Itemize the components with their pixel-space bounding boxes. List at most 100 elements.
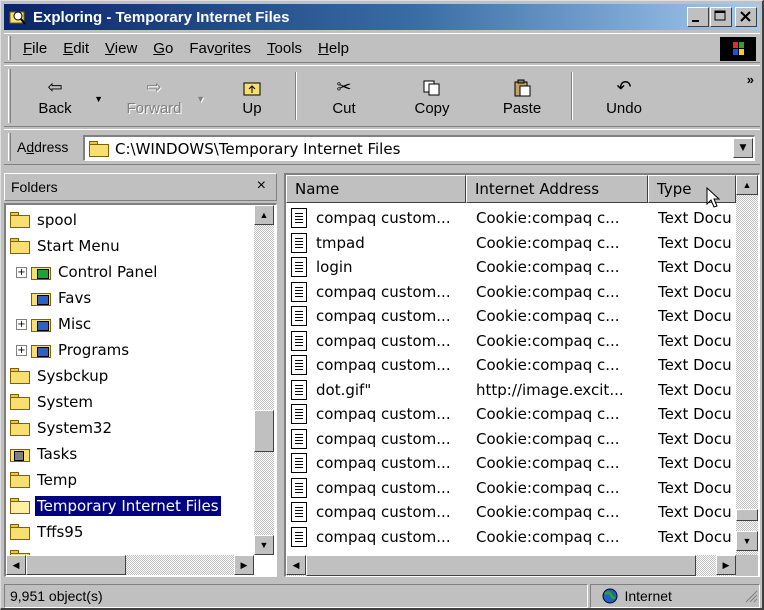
scroll-right-button[interactable]: ▶ xyxy=(234,555,254,575)
scroll-up-button[interactable]: ▲ xyxy=(736,175,758,195)
tree-item-programs[interactable]: + Programs xyxy=(16,338,131,362)
files-vscroll-thumb[interactable] xyxy=(736,509,758,521)
tree-item-temp[interactable]: Temp xyxy=(10,468,79,492)
folders-vscroll-thumb[interactable] xyxy=(254,410,274,452)
folder-icon xyxy=(10,524,30,540)
control-panel-icon xyxy=(31,264,51,280)
menu-edit[interactable]: Edit xyxy=(55,40,97,57)
title-bar[interactable]: Exploring - Temporary Internet Files xyxy=(4,4,760,30)
up-folder-icon xyxy=(243,76,261,100)
files-vscroll-track[interactable] xyxy=(736,175,758,555)
file-row[interactable]: tmpad Cookie:compaq c... Text Docu xyxy=(286,231,736,256)
tree-item-temporary-internet-files[interactable]: Temporary Internet Files xyxy=(10,494,221,518)
tree-item-tasks[interactable]: Tasks xyxy=(10,442,79,466)
minimize-button[interactable] xyxy=(687,7,709,27)
tree-item-favs[interactable]: Favs xyxy=(31,286,93,310)
file-row[interactable]: compaq custom... Cookie:compaq c... Text… xyxy=(286,500,736,525)
windows-logo-icon xyxy=(720,37,756,61)
standard-toolbar: ⇦ Back ▼ ⇨ Forward ▼ Up ✂ Cut Copy Paste… xyxy=(4,65,760,127)
folders-pane: Folders × spool Start Menu + Control Pan… xyxy=(4,173,277,577)
menu-help[interactable]: Help xyxy=(310,40,357,57)
tree-item-system32[interactable]: System32 xyxy=(10,416,114,440)
forward-dropdown-icon[interactable]: ▼ xyxy=(196,94,205,104)
up-button[interactable]: Up xyxy=(213,66,291,126)
folders-hscroll-thumb[interactable] xyxy=(26,555,126,575)
menu-go[interactable]: Go xyxy=(145,40,181,57)
toolbar-overflow-chevron[interactable]: » xyxy=(747,72,754,87)
status-object-count: 9,951 object(s) xyxy=(4,584,589,608)
text-document-icon xyxy=(291,281,307,302)
toolbar-grip[interactable] xyxy=(8,69,11,123)
tree-item-system[interactable]: System xyxy=(10,390,95,414)
scroll-down-button[interactable]: ▼ xyxy=(254,535,274,555)
file-row[interactable]: compaq custom... Cookie:compaq c... Text… xyxy=(286,525,736,550)
menu-file[interactable]: File xyxy=(15,40,55,57)
tree-item-tffs95[interactable]: Tffs95 xyxy=(10,520,85,544)
file-row[interactable]: compaq custom... Cookie:compaq c... Text… xyxy=(286,353,736,378)
tree-item-misc[interactable]: + Misc xyxy=(16,312,93,336)
text-document-icon xyxy=(291,257,307,278)
scroll-left-button[interactable]: ◀ xyxy=(286,555,306,575)
scroll-down-button[interactable]: ▼ xyxy=(736,531,758,551)
file-row[interactable]: compaq custom... Cookie:compaq c... Text… xyxy=(286,329,736,354)
copy-button[interactable]: Copy xyxy=(387,66,477,126)
scroll-up-button[interactable]: ▲ xyxy=(254,205,274,225)
menu-tools[interactable]: Tools xyxy=(259,40,310,57)
forward-button[interactable]: ⇨ Forward ▼ xyxy=(109,66,205,126)
column-header-name[interactable]: Name xyxy=(286,175,466,203)
close-button[interactable] xyxy=(735,7,757,27)
scroll-corner xyxy=(736,555,758,576)
program-folder-icon xyxy=(31,290,51,306)
back-button[interactable]: ⇦ Back ▼ xyxy=(15,66,103,126)
scroll-left-button[interactable]: ◀ xyxy=(6,555,26,575)
column-header-type[interactable]: Type xyxy=(648,175,736,203)
file-row[interactable]: login Cookie:compaq c... Text Docu xyxy=(286,255,736,280)
column-header-internet-address[interactable]: Internet Address xyxy=(466,175,648,203)
address-dropdown-button[interactable]: ▼ xyxy=(733,138,753,158)
address-label: Address xyxy=(17,139,69,155)
file-row[interactable]: compaq custom... Cookie:compaq c... Text… xyxy=(286,476,736,501)
program-folder-icon xyxy=(31,316,51,332)
menu-favorites[interactable]: Favorites xyxy=(181,40,259,57)
menubar-grip[interactable] xyxy=(8,36,11,60)
file-row[interactable]: compaq custom... Cookie:compaq c... Text… xyxy=(286,451,736,476)
open-folder-icon xyxy=(10,498,30,514)
back-dropdown-icon[interactable]: ▼ xyxy=(94,94,103,104)
folder-icon xyxy=(10,212,30,228)
folders-close-icon[interactable]: × xyxy=(257,177,266,195)
folder-icon xyxy=(89,141,109,157)
file-row[interactable]: compaq custom... Cookie:compaq c... Text… xyxy=(286,427,736,452)
text-document-icon xyxy=(291,477,307,498)
scroll-right-button[interactable]: ▶ xyxy=(716,555,736,575)
tree-item-sysbckup[interactable]: Sysbckup xyxy=(10,364,110,388)
expand-icon[interactable]: + xyxy=(16,318,27,330)
window-title: Exploring - Temporary Internet Files xyxy=(33,8,290,26)
menu-view[interactable]: View xyxy=(97,40,145,57)
folder-icon xyxy=(10,472,30,488)
folder-icon xyxy=(10,368,30,384)
file-row[interactable]: compaq custom... Cookie:compaq c... Text… xyxy=(286,402,736,427)
paste-button[interactable]: Paste xyxy=(477,66,567,126)
paste-icon xyxy=(513,76,531,100)
expand-icon[interactable]: + xyxy=(16,344,27,356)
file-row[interactable]: dot.gif" http://image.excit... Text Docu xyxy=(286,378,736,403)
scissors-icon: ✂ xyxy=(336,77,352,97)
file-row[interactable]: compaq custom... Cookie:compaq c... Text… xyxy=(286,280,736,305)
text-document-icon xyxy=(291,453,307,474)
text-document-icon xyxy=(291,404,307,425)
folders-vscroll-track[interactable] xyxy=(254,205,274,555)
resize-grip-icon[interactable] xyxy=(744,589,758,606)
tree-item-control-panel[interactable]: + Control Panel xyxy=(16,260,159,284)
tree-item-start-menu[interactable]: Start Menu xyxy=(10,234,122,258)
tree-item-spool[interactable]: spool xyxy=(10,208,79,232)
file-row[interactable]: compaq custom... Cookie:compaq c... Text… xyxy=(286,304,736,329)
maximize-button[interactable] xyxy=(710,7,732,27)
address-input[interactable]: C:\WINDOWS\Temporary Internet Files ▼ xyxy=(83,135,755,161)
file-row[interactable]: compaq custom... Cookie:compaq c... Text… xyxy=(286,206,736,231)
undo-button[interactable]: ↶ Undo xyxy=(577,66,671,126)
files-hscroll-thumb[interactable] xyxy=(306,555,696,576)
cut-button[interactable]: ✂ Cut xyxy=(301,66,387,126)
addressbar-grip[interactable] xyxy=(8,133,11,161)
expand-icon[interactable]: + xyxy=(16,266,27,278)
address-value[interactable]: C:\WINDOWS\Temporary Internet Files xyxy=(115,140,400,158)
